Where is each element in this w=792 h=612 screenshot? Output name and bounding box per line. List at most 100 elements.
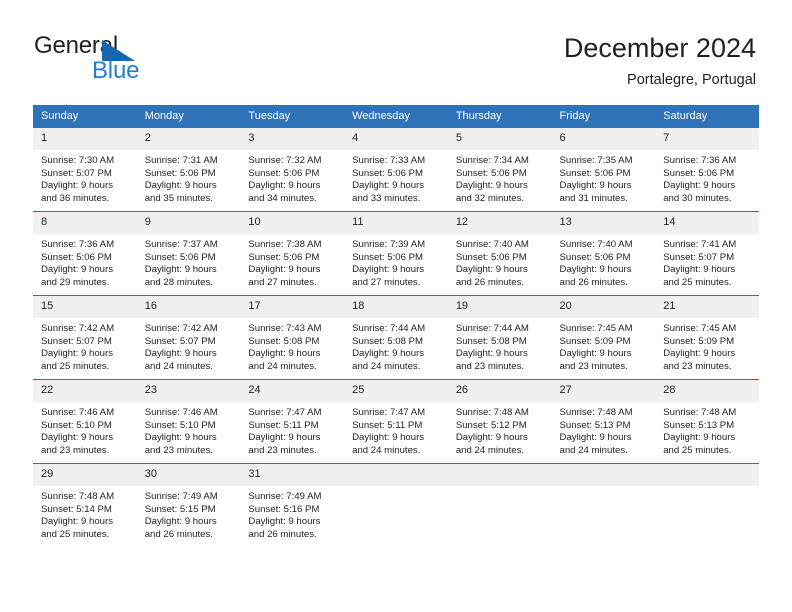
day-details [552,486,656,491]
day-cell[interactable]: 31 Sunrise: 7:49 AM Sunset: 5:16 PM Dayligh… [240,463,345,547]
daylight-text-line1: Daylight: 9 hours [455,432,528,444]
day-cell[interactable]: 28 Sunrise: 7:48 AM Sunset: 5:13 PM Dayligh… [655,379,759,464]
sunrise-text: Sunrise: 7:49 AM [144,491,218,502]
day-cell[interactable]: 15 Sunrise: 7:42 AM Sunset: 5:07 PM Dayligh… [33,295,137,380]
day-cell[interactable]: 13 Sunrise: 7:40 AM Sunset: 5:06 PM Dayligh… [551,211,656,296]
day-cell[interactable]: 14 Sunrise: 7:41 AM Sunset: 5:07 PM Dayligh… [655,211,759,296]
day-details: Sunrise: 7:34 AM Sunset: 5:06 PM Daylight:… [448,150,552,205]
day-cell[interactable]: 5 Sunrise: 7:34 AM Sunset: 5:06 PM Daylight… [447,127,552,212]
daylight-text-line2: and 25 minutes. [663,276,732,288]
sunset-text: Sunset: 5:06 PM [559,251,631,263]
sunset-text: Sunset: 5:06 PM [144,167,216,179]
day-cell[interactable]: 16 Sunrise: 7:42 AM Sunset: 5:07 PM Dayligh… [136,295,241,380]
day-cell[interactable]: 22 Sunrise: 7:46 AM Sunset: 5:10 PM Dayligh… [33,379,137,464]
daylight-text-line1: Daylight: 9 hours [559,264,632,276]
sunrise-text: Sunrise: 7:48 AM [455,407,529,418]
day-cell[interactable]: 12 Sunrise: 7:40 AM Sunset: 5:06 PM Dayligh… [447,211,552,296]
day-details: Sunrise: 7:49 AM Sunset: 5:16 PM Daylight:… [240,486,344,541]
day-number: 27 [551,380,656,402]
day-cell[interactable]: 25 Sunrise: 7:47 AM Sunset: 5:11 PM Dayligh… [344,379,448,464]
day-details: Sunrise: 7:43 AM Sunset: 5:08 PM Daylight:… [240,318,344,373]
day-details: Sunrise: 7:47 AM Sunset: 5:11 PM Daylight:… [240,402,344,457]
day-cell[interactable]: 18 Sunrise: 7:44 AM Sunset: 5:08 PM Dayligh… [344,295,448,380]
day-number: 28 [655,380,759,402]
day-cell[interactable]: 4 Sunrise: 7:33 AM Sunset: 5:06 PM Daylight… [344,127,448,212]
column-header-sunday: Sunday [33,105,137,128]
daylight-text-line2: and 24 minutes. [144,360,213,372]
sunset-text: Sunset: 5:06 PM [559,167,631,179]
daylight-text-line1: Daylight: 9 hours [455,264,528,276]
sunrise-text: Sunrise: 7:42 AM [41,323,115,334]
day-cell-empty [344,463,448,547]
day-cell[interactable]: 1 Sunrise: 7:30 AM Sunset: 5:07 PM Daylight… [33,127,137,212]
day-cell[interactable]: 29 Sunrise: 7:48 AM Sunset: 5:14 PM Dayligh… [33,463,137,547]
daylight-text-line1: Daylight: 9 hours [352,348,425,360]
daylight-text-line1: Daylight: 9 hours [248,264,321,276]
sunrise-text: Sunrise: 7:40 AM [455,239,529,250]
day-number: 26 [447,380,552,402]
sunset-text: Sunset: 5:06 PM [352,251,424,263]
day-cell[interactable]: 10 Sunrise: 7:38 AM Sunset: 5:06 PM Dayligh… [240,211,345,296]
page-header: General Blue December 2024 Portalegre, P… [0,0,792,100]
daylight-text-line2: and 23 minutes. [455,360,525,372]
day-number: 17 [240,296,345,318]
daylight-text-line2: and 32 minutes. [455,192,525,204]
day-number: 24 [240,380,345,402]
sunset-text: Sunset: 5:06 PM [248,167,320,179]
day-cell[interactable]: 21 Sunrise: 7:45 AM Sunset: 5:09 PM Dayligh… [655,295,759,380]
daylight-text-line1: Daylight: 9 hours [144,432,217,444]
day-cell[interactable]: 19 Sunrise: 7:44 AM Sunset: 5:08 PM Dayligh… [447,295,552,380]
day-cell[interactable]: 8 Sunrise: 7:36 AM Sunset: 5:06 PM Daylight… [33,211,137,296]
day-details: Sunrise: 7:39 AM Sunset: 5:06 PM Daylight:… [344,234,448,289]
daylight-text-line2: and 24 minutes. [248,360,317,372]
daylight-text-line2: and 23 minutes. [559,360,628,372]
sunrise-text: Sunrise: 7:42 AM [144,323,218,334]
day-cell[interactable]: 6 Sunrise: 7:35 AM Sunset: 5:06 PM Daylight… [551,127,656,212]
day-number: 7 [655,128,759,150]
day-details: Sunrise: 7:41 AM Sunset: 5:07 PM Daylight:… [655,234,759,289]
day-details: Sunrise: 7:36 AM Sunset: 5:06 PM Daylight:… [655,150,759,205]
day-cell[interactable]: 9 Sunrise: 7:37 AM Sunset: 5:06 PM Daylight… [136,211,241,296]
day-cell[interactable]: 24 Sunrise: 7:47 AM Sunset: 5:11 PM Dayligh… [240,379,345,464]
day-cell[interactable]: 20 Sunrise: 7:45 AM Sunset: 5:09 PM Dayligh… [551,295,656,380]
day-cell[interactable]: 3 Sunrise: 7:32 AM Sunset: 5:06 PM Daylight… [240,127,345,212]
day-number: 18 [344,296,448,318]
sunset-text: Sunset: 5:16 PM [248,503,320,515]
column-header-thursday: Thursday [447,105,552,128]
daylight-text-line2: and 24 minutes. [352,360,421,372]
sunset-text: Sunset: 5:06 PM [248,251,320,263]
column-header-friday: Friday [551,105,656,128]
day-details: Sunrise: 7:36 AM Sunset: 5:06 PM Daylight:… [33,234,137,289]
daylight-text-line2: and 23 minutes. [663,360,732,372]
daylight-text-line1: Daylight: 9 hours [559,432,632,444]
sunset-text: Sunset: 5:07 PM [144,335,216,347]
day-cell[interactable]: 23 Sunrise: 7:46 AM Sunset: 5:10 PM Dayligh… [136,379,241,464]
day-cell[interactable]: 30 Sunrise: 7:49 AM Sunset: 5:15 PM Dayligh… [136,463,241,547]
day-cell[interactable]: 27 Sunrise: 7:48 AM Sunset: 5:13 PM Dayligh… [551,379,656,464]
sunrise-text: Sunrise: 7:32 AM [248,155,322,166]
day-cell[interactable]: 2 Sunrise: 7:31 AM Sunset: 5:06 PM Daylight… [136,127,241,212]
day-cell[interactable]: 11 Sunrise: 7:39 AM Sunset: 5:06 PM Dayligh… [344,211,448,296]
daylight-text-line2: and 24 minutes. [352,444,421,456]
day-number: 21 [655,296,759,318]
daylight-text-line1: Daylight: 9 hours [41,348,113,360]
day-details: Sunrise: 7:30 AM Sunset: 5:07 PM Daylight:… [33,150,137,205]
day-details: Sunrise: 7:42 AM Sunset: 5:07 PM Daylight:… [33,318,137,373]
daylight-text-line1: Daylight: 9 hours [144,180,217,192]
sunset-text: Sunset: 5:09 PM [663,335,735,347]
general-blue-logo[interactable]: General Blue [34,33,234,89]
day-number: 16 [136,296,241,318]
day-number: 25 [344,380,448,402]
day-number: 22 [33,380,137,402]
sunrise-text: Sunrise: 7:31 AM [144,155,218,166]
sunset-text: Sunset: 5:11 PM [352,419,423,431]
sunrise-text: Sunrise: 7:44 AM [352,323,426,334]
daylight-text-line2: and 29 minutes. [41,276,110,288]
day-cell[interactable]: 7 Sunrise: 7:36 AM Sunset: 5:06 PM Daylight… [655,127,759,212]
sunrise-text: Sunrise: 7:33 AM [352,155,426,166]
day-cell[interactable]: 17 Sunrise: 7:43 AM Sunset: 5:08 PM Dayligh… [240,295,345,380]
sunset-text: Sunset: 5:15 PM [144,503,216,515]
day-details [448,486,552,491]
daylight-text-line1: Daylight: 9 hours [41,264,113,276]
day-cell[interactable]: 26 Sunrise: 7:48 AM Sunset: 5:12 PM Dayligh… [447,379,552,464]
